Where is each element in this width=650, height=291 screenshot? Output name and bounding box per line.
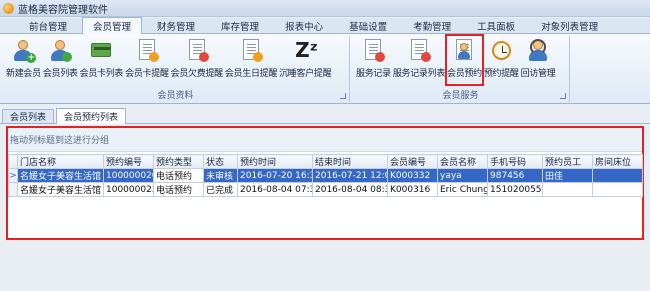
tab-finance[interactable]: 财务管理 (146, 18, 206, 33)
table-cell[interactable]: 电话预约 (153, 182, 204, 197)
table-cell[interactable]: K000332 (387, 168, 438, 183)
table-cell[interactable]: 电话预约 (153, 168, 204, 183)
tab-attendance[interactable]: 考勤管理 (402, 18, 462, 33)
column-header[interactable]: 预约编号 (103, 154, 154, 169)
sleep-icon: Zᶻ (295, 38, 319, 62)
member-service-group: 服务记录 服务记录列表 会员预约 预约提醒 回访管理 会员服务 (352, 34, 570, 102)
header-indicator (8, 154, 18, 169)
member-card-list-button[interactable]: 会员卡列表 (80, 36, 123, 84)
column-header[interactable]: 会员名称 (437, 154, 488, 169)
users-icon (48, 38, 73, 62)
tab-object-list[interactable]: 对象列表管理 (530, 18, 609, 33)
member-info-launcher-icon[interactable] (340, 93, 346, 99)
service-record-button[interactable]: 服务记录 (356, 36, 391, 84)
document-reminder-icon (135, 38, 159, 62)
subtab-member-list[interactable]: 会员列表 (2, 109, 55, 123)
table-cell[interactable]: 2016-07-20 16:34 (237, 168, 313, 183)
column-header[interactable]: 手机号码 (487, 154, 543, 169)
appointment-reminder-button[interactable]: 预约提醒 (484, 36, 519, 84)
alarm-clock-icon (489, 38, 513, 62)
card-icon (89, 38, 113, 62)
app-window: 蓝格美容院管理软件 前台管理 会员管理 财务管理 库存管理 报表中心 基础设置 … (0, 0, 650, 291)
add-user-icon: + (11, 38, 37, 63)
empty-background (0, 244, 650, 291)
table-cell[interactable]: 名媛女子美容生活馆 (17, 182, 104, 197)
follow-up-management-button[interactable]: 回访管理 (521, 36, 556, 84)
member-card-reminder-button[interactable]: 会员卡提醒 (125, 36, 169, 84)
tab-tools[interactable]: 工具面板 (466, 18, 526, 33)
service-record-list-icon (407, 38, 431, 62)
table-cell[interactable]: 2016-08-04 07:30 (237, 182, 313, 197)
table-cell[interactable]: 2016-07-21 12:04 (312, 168, 388, 183)
tab-inventory[interactable]: 库存管理 (210, 18, 270, 33)
group-by-hint[interactable]: 拖动列标题到这进行分组 (8, 128, 642, 152)
member-list-button[interactable]: 会员列表 (43, 36, 78, 84)
table-cell[interactable]: 987456 (487, 168, 543, 183)
service-record-list-button[interactable]: 服务记录列表 (393, 36, 445, 84)
new-member-button[interactable]: + 新建会员 (6, 36, 41, 84)
column-header[interactable]: 结束时间 (312, 154, 388, 169)
table-cell[interactable]: 已完成 (203, 182, 238, 197)
table-cell[interactable]: 100000026 (103, 168, 154, 183)
table-cell[interactable]: 15102005537 (487, 182, 543, 197)
column-header[interactable]: 门店名称 (17, 154, 104, 169)
table-cell[interactable]: 田佳 (542, 168, 593, 183)
dormant-customer-reminder-button[interactable]: Zᶻ 沉睡客户提醒 (279, 36, 332, 84)
member-appointment-button[interactable]: 会员预约 (445, 34, 484, 86)
row-indicator (8, 182, 18, 197)
ribbon-tab-bar: 前台管理 会员管理 财务管理 库存管理 报表中心 基础设置 考勤管理 工具面板 … (0, 17, 650, 34)
table-header-row: 门店名称 预约编号 预约类型 状态 预约时间 结束时间 会员编号 会员名称 手机… (8, 154, 643, 169)
member-service-launcher-icon[interactable] (560, 93, 566, 99)
subtab-appointment-list[interactable]: 会员预约列表 (56, 108, 127, 124)
column-header[interactable]: 状态 (203, 154, 238, 169)
appointment-grid-panel: 拖动列标题到这进行分组 门店名称 预约编号 预约类型 状态 预约时间 结束时间 … (6, 126, 644, 240)
member-info-group: + 新建会员 会员列表 会员卡列表 会员卡提醒 会员欠费提醒 会员生日提醒 Zᶻ… (2, 36, 350, 102)
table-cell[interactable]: 名媛女子美容生活馆 (17, 168, 104, 183)
tab-front-desk[interactable]: 前台管理 (18, 18, 78, 33)
table-row[interactable]: > 名媛女子美容生活馆 100000026 电话预约 未审核 2016-07-2… (8, 168, 643, 183)
column-header[interactable]: 会员编号 (387, 154, 438, 169)
column-header[interactable]: 预约员工 (542, 154, 593, 169)
app-logo-icon (3, 2, 14, 14)
table-cell[interactable]: Eric Chung (437, 182, 488, 197)
document-arrears-icon (185, 38, 209, 62)
headset-user-icon (526, 38, 550, 62)
tab-member-management[interactable]: 会员管理 (82, 17, 143, 34)
table-cell[interactable]: yaya (437, 168, 488, 183)
appointment-table: 门店名称 预约编号 预约类型 状态 预约时间 结束时间 会员编号 会员名称 手机… (8, 154, 643, 197)
table-row[interactable]: 名媛女子美容生活馆 100000023 电话预约 已完成 2016-08-04 … (8, 182, 643, 197)
tab-basic-settings[interactable]: 基础设置 (338, 18, 398, 33)
table-cell[interactable] (542, 182, 593, 197)
column-header[interactable]: 房间床位 (592, 154, 643, 169)
service-record-icon (361, 38, 386, 62)
member-info-group-label: 会员资料 (157, 91, 194, 101)
table-cell[interactable] (592, 168, 643, 183)
document-birthday-icon (239, 38, 263, 62)
column-header[interactable]: 预约时间 (237, 154, 313, 169)
table-cell[interactable]: K000316 (387, 182, 438, 197)
member-service-group-label: 会员服务 (442, 91, 479, 101)
tab-reports[interactable]: 报表中心 (274, 18, 334, 33)
window-title: 蓝格美容院管理软件 (18, 4, 108, 16)
ribbon-panel: + 新建会员 会员列表 会员卡列表 会员卡提醒 会员欠费提醒 会员生日提醒 Zᶻ… (0, 34, 650, 104)
row-indicator-icon: > (8, 168, 18, 183)
column-header[interactable]: 预约类型 (153, 154, 204, 169)
document-tab-bar: 会员列表 会员预约列表 (0, 108, 650, 124)
title-bar: 蓝格美容院管理软件 (0, 0, 650, 17)
table-cell[interactable] (592, 182, 643, 197)
member-arrears-reminder-button[interactable]: 会员欠费提醒 (171, 36, 223, 84)
table-cell[interactable]: 100000023 (103, 182, 154, 197)
member-birthday-reminder-button[interactable]: 会员生日提醒 (225, 36, 277, 84)
table-cell[interactable]: 未审核 (203, 168, 238, 183)
appointment-user-icon (452, 38, 476, 62)
table-cell[interactable]: 2016-08-04 08:30 (312, 182, 388, 197)
